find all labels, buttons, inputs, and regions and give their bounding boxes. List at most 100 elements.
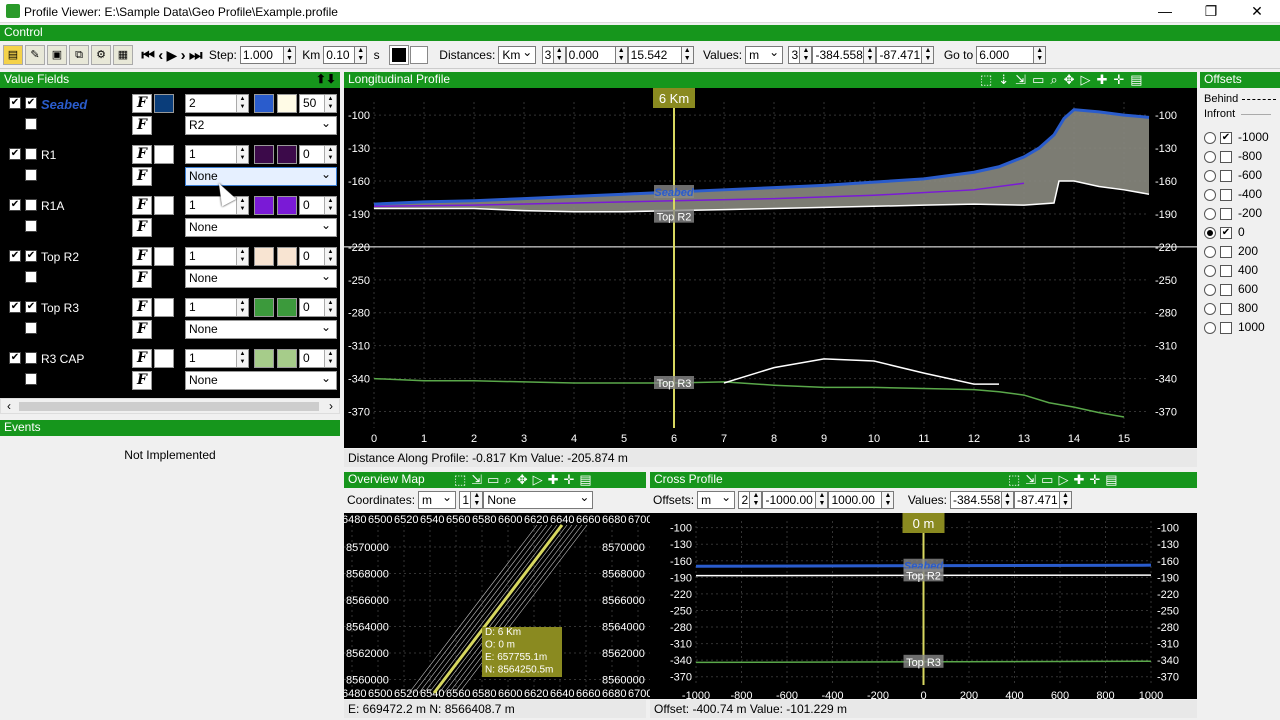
field-reference-select[interactable]: R2 xyxy=(185,116,337,135)
cross-values-to-input[interactable]: -87.471 xyxy=(1013,491,1060,509)
play-icon[interactable]: ▶ xyxy=(167,47,178,64)
field-number-input[interactable]: 2 ▲ ▼ xyxy=(185,94,249,113)
field-extra-input[interactable]: 0 ▲ ▼ xyxy=(299,298,337,317)
cross-offsets-decimals-input[interactable]: 2 xyxy=(738,491,751,509)
distances-unit-select[interactable]: Km xyxy=(498,45,537,64)
field-secondary-checkbox[interactable] xyxy=(25,373,37,385)
longitudinal-chart[interactable]: -100 -100 -130 -130 -160 -160 -190 -190 -220 -220… xyxy=(344,88,1197,448)
cross-offsets-from-input[interactable]: -1000.00 xyxy=(762,491,817,509)
values-unit-select[interactable]: m xyxy=(745,45,784,64)
formula-icon[interactable]: F xyxy=(132,145,152,164)
goto-input[interactable]: 6.000 xyxy=(976,46,1035,64)
line-color-swatch[interactable] xyxy=(254,298,274,317)
fill-color-swatch[interactable] xyxy=(277,247,297,266)
values-from-input[interactable]: -384.558 xyxy=(812,46,865,64)
formula-icon[interactable]: F xyxy=(132,320,152,339)
line-color-swatch[interactable] xyxy=(254,247,274,266)
open-folder-icon[interactable]: ▤ xyxy=(3,45,23,65)
cross-chart[interactable]: -100 -100 -130 -130 -160 -160 -190 -190 -220 -220… xyxy=(650,513,1197,699)
field-reference-select[interactable]: None xyxy=(185,269,337,288)
line-color-swatch[interactable] xyxy=(254,196,274,215)
field-visible-checkbox[interactable]: ✔ xyxy=(25,250,37,262)
distances-to-input[interactable]: 15.542 xyxy=(627,46,682,64)
background-color-swatch[interactable] xyxy=(409,46,428,64)
line-color-swatch[interactable] xyxy=(254,349,274,368)
field-number-input[interactable]: 1 ▲ ▼ xyxy=(185,145,249,164)
offset-item[interactable]: 400 xyxy=(1204,263,1258,279)
fill-color-swatch[interactable] xyxy=(277,145,297,164)
formula-icon[interactable]: F xyxy=(132,349,152,368)
line-color-swatch[interactable] xyxy=(254,145,274,164)
offset-item[interactable]: ✔ -1000 xyxy=(1204,130,1269,146)
copy-icon[interactable]: ⧉ xyxy=(69,45,89,65)
offset-radio[interactable] xyxy=(1204,169,1216,182)
formula-icon[interactable]: F xyxy=(132,371,152,390)
field-visible-checkbox[interactable] xyxy=(25,148,37,160)
field-reference-select[interactable]: None xyxy=(185,167,337,186)
offset-checkbox[interactable] xyxy=(1220,207,1232,220)
field-visible-checkbox[interactable]: ✔ xyxy=(25,97,37,109)
offset-item[interactable]: 1000 xyxy=(1204,320,1265,336)
step-spinner[interactable]: ▲ ▼ xyxy=(283,46,296,64)
distances-decimals-input[interactable]: 3 xyxy=(541,46,554,64)
longitudinal-tools[interactable]: ⬚⇣⇲▭⌕✥▷✚✛▤ xyxy=(980,72,1149,88)
field-reference-select[interactable]: None xyxy=(185,320,337,339)
field-secondary-checkbox[interactable] xyxy=(25,220,37,232)
fill-color-swatch[interactable] xyxy=(277,196,297,215)
offset-item[interactable]: -800 xyxy=(1204,149,1262,165)
formula-icon[interactable]: F xyxy=(132,218,152,237)
cross-offsets-to-input[interactable]: 1000.00 xyxy=(828,491,883,509)
field-enabled-checkbox[interactable]: ✔ xyxy=(9,301,21,313)
field-extra-input[interactable]: 50 ▲ ▼ xyxy=(299,94,337,113)
cross-offsets-unit-select[interactable]: m xyxy=(697,490,736,509)
offset-radio[interactable] xyxy=(1204,207,1216,220)
cross-values-from-input[interactable]: -384.558 xyxy=(949,491,1002,509)
formula-icon[interactable]: F xyxy=(132,167,152,186)
coordinates-decimals-input[interactable]: 1 xyxy=(459,491,472,509)
values-to-input[interactable]: -87.471 xyxy=(876,46,923,64)
field-secondary-checkbox[interactable] xyxy=(25,271,37,283)
offset-radio[interactable] xyxy=(1204,283,1216,296)
coordinate-system-select[interactable]: None xyxy=(483,490,594,509)
formula-icon[interactable]: F xyxy=(132,298,152,317)
overview-map[interactable]: 6480648065006500652065206540654065606560… xyxy=(344,513,650,699)
field-color-swatch[interactable] xyxy=(154,145,174,164)
field-number-input[interactable]: 1 ▲ ▼ xyxy=(185,247,249,266)
field-secondary-checkbox[interactable] xyxy=(25,322,37,334)
step-input[interactable]: 1.000 xyxy=(239,46,284,64)
offset-checkbox[interactable] xyxy=(1220,283,1232,296)
offset-checkbox[interactable]: ✔ xyxy=(1220,226,1232,239)
edit-icon[interactable]: ✎ xyxy=(25,45,45,65)
offset-item[interactable]: -200 xyxy=(1204,206,1262,222)
formula-icon[interactable]: F xyxy=(132,269,152,288)
settings-icon[interactable]: ⚙ xyxy=(91,45,111,65)
offset-checkbox[interactable]: ✔ xyxy=(1220,131,1232,144)
value-fields-scrollbar[interactable]: ‹ › xyxy=(0,398,340,414)
offset-radio[interactable] xyxy=(1204,188,1216,201)
distances-from-input[interactable]: 0.000 xyxy=(565,46,616,64)
fill-color-swatch[interactable] xyxy=(277,349,297,368)
field-visible-checkbox[interactable] xyxy=(25,199,37,211)
field-extra-input[interactable]: 0 ▲ ▼ xyxy=(299,196,337,215)
offset-radio[interactable] xyxy=(1204,302,1216,315)
offset-radio[interactable] xyxy=(1204,226,1216,239)
field-color-swatch[interactable] xyxy=(154,349,174,368)
field-enabled-checkbox[interactable]: ✔ xyxy=(9,199,21,211)
close-button[interactable]: ✕ xyxy=(1234,2,1280,21)
offset-checkbox[interactable] xyxy=(1220,245,1232,258)
field-enabled-checkbox[interactable]: ✔ xyxy=(9,352,21,364)
formula-icon[interactable]: F xyxy=(132,196,152,215)
offset-radio[interactable] xyxy=(1204,321,1216,334)
offset-checkbox[interactable] xyxy=(1220,169,1232,182)
offset-radio[interactable] xyxy=(1204,150,1216,163)
first-frame-icon[interactable]: ⏮ xyxy=(141,47,155,64)
field-enabled-checkbox[interactable]: ✔ xyxy=(9,97,21,109)
fill-color-swatch[interactable] xyxy=(277,298,297,317)
offset-radio[interactable] xyxy=(1204,245,1216,258)
formula-icon[interactable]: F xyxy=(132,247,152,266)
offset-radio[interactable] xyxy=(1204,131,1216,144)
offset-item[interactable]: 800 xyxy=(1204,301,1258,317)
offset-checkbox[interactable] xyxy=(1220,264,1232,277)
field-secondary-checkbox[interactable] xyxy=(25,118,37,130)
field-color-swatch[interactable] xyxy=(154,247,174,266)
